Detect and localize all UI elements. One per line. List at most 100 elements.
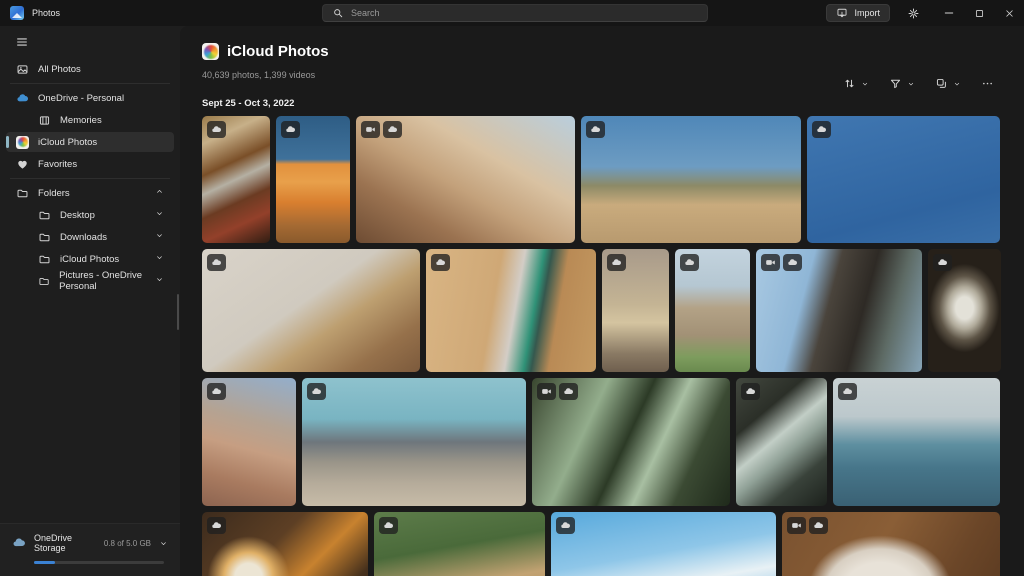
- chevron-down-icon: [155, 253, 164, 262]
- chevron-down-icon[interactable]: [155, 209, 164, 218]
- heart-icon: [16, 158, 29, 171]
- sidebar-item-downloads[interactable]: Downloads: [6, 227, 174, 247]
- sidebar-item-folders[interactable]: Folders: [6, 183, 174, 203]
- photo-thumbnail[interactable]: [551, 512, 776, 576]
- gear-icon: [907, 7, 920, 20]
- cloud-sync-badge: [809, 517, 828, 534]
- cloud-icon: [560, 520, 571, 531]
- photo-thumbnail[interactable]: [426, 249, 596, 372]
- photo-thumbnail[interactable]: [356, 116, 575, 243]
- photo-row: [202, 249, 1001, 372]
- photo-thumbnail[interactable]: [756, 249, 922, 372]
- sidebar-item-label: iCloud Photos: [38, 137, 97, 148]
- photo-badges: [537, 383, 578, 400]
- photo-badges: [207, 254, 226, 271]
- sort-button[interactable]: [839, 74, 873, 93]
- folder-icon: [16, 187, 29, 200]
- photo-thumbnail[interactable]: [202, 249, 420, 372]
- photo-thumbnail[interactable]: [675, 249, 750, 372]
- photo-thumbnail[interactable]: [202, 378, 296, 506]
- filter-button[interactable]: [885, 74, 919, 93]
- cloud-icon: [211, 124, 222, 135]
- cloud-icon: [787, 257, 798, 268]
- sidebar-item-memories[interactable]: Memories: [6, 110, 174, 130]
- onedrive-storage-card: OneDrive Storage 0.8 of 5.0 GB: [0, 523, 180, 576]
- search-input[interactable]: Search: [322, 4, 708, 22]
- photo-badges: [607, 254, 626, 271]
- folder-icon: [38, 275, 50, 288]
- storage-usage: 0.8 of 5.0 GB: [104, 539, 151, 548]
- storage-progress-bar: [34, 561, 164, 564]
- import-button[interactable]: Import: [826, 4, 890, 22]
- close-button[interactable]: [994, 0, 1024, 26]
- sidebar-divider: [10, 178, 170, 179]
- chevron-down-icon[interactable]: [155, 231, 164, 240]
- photo-thumbnail[interactable]: [276, 116, 350, 243]
- chevron-down-icon: [861, 80, 869, 88]
- video-badge: [761, 254, 780, 271]
- gallery-toolbar: [839, 74, 998, 93]
- cloud-icon: [563, 386, 574, 397]
- video-icon: [365, 124, 376, 135]
- selection-indicator: [6, 136, 9, 148]
- cloud-sync-badge: [812, 121, 831, 138]
- sidebar-item-desktop[interactable]: Desktop: [6, 205, 174, 225]
- cloud-sync-badge: [741, 383, 760, 400]
- more-options-button[interactable]: [977, 74, 998, 93]
- sidebar-item-icloud-photos[interactable]: iCloud Photos: [6, 249, 174, 269]
- video-badge: [537, 383, 556, 400]
- titlebar: Photos Search Import: [0, 0, 1024, 26]
- sidebar-item-pictures-onedrive-personal[interactable]: Pictures - OneDrive Personal: [6, 271, 174, 291]
- photo-thumbnail[interactable]: [782, 512, 1000, 576]
- sidebar-item-label: Favorites: [38, 159, 77, 170]
- photo-badges: [838, 383, 857, 400]
- photo-thumbnail[interactable]: [928, 249, 1001, 372]
- cloud-icon: [937, 257, 948, 268]
- all-photos-icon: [16, 63, 29, 76]
- cloud-sync-badge: [383, 121, 402, 138]
- photo-thumbnail[interactable]: [833, 378, 1000, 506]
- sidebar-scrollbar[interactable]: [177, 294, 179, 330]
- photo-thumbnail[interactable]: [302, 378, 526, 506]
- photo-thumbnail[interactable]: [202, 116, 270, 243]
- photo-thumbnail[interactable]: [807, 116, 1000, 243]
- icloud-photos-icon: [202, 43, 219, 60]
- photo-thumbnail[interactable]: [581, 116, 801, 243]
- date-group-header: Sept 25 - Oct 3, 2022: [202, 98, 294, 109]
- photo-thumbnail[interactable]: [602, 249, 669, 372]
- cloud-sync-badge: [207, 383, 226, 400]
- more-icon: [981, 77, 994, 90]
- cloud-icon: [211, 386, 222, 397]
- photo-thumbnail[interactable]: [736, 378, 827, 506]
- cloud-sync-badge: [838, 383, 857, 400]
- filter-icon: [889, 77, 902, 90]
- sidebar-item-label: Downloads: [60, 232, 107, 243]
- cloud-icon: [383, 520, 394, 531]
- maximize-button[interactable]: [964, 0, 994, 26]
- photo-thumbnail[interactable]: [374, 512, 545, 576]
- photo-grid: [202, 116, 1001, 576]
- cloud-sync-badge: [281, 121, 300, 138]
- photo-badges: [207, 121, 226, 138]
- navigation-menu-button[interactable]: [8, 30, 36, 54]
- cloud-sync-badge: [207, 121, 226, 138]
- cloud-sync-badge: [431, 254, 450, 271]
- storage-progress-fill: [34, 561, 55, 564]
- sidebar-item-label: All Photos: [38, 64, 81, 75]
- chevron-down-icon[interactable]: [159, 539, 168, 548]
- app-title: Photos: [32, 8, 60, 18]
- chevron-up-icon[interactable]: [155, 187, 164, 196]
- chevron-up-icon: [155, 187, 164, 196]
- sidebar-item-all-photos[interactable]: All Photos: [6, 59, 174, 79]
- sidebar-item-onedrive-personal[interactable]: OneDrive - Personal: [6, 88, 174, 108]
- chevron-down-icon[interactable]: [155, 275, 164, 284]
- sidebar-item-favorites[interactable]: Favorites: [6, 154, 174, 174]
- photo-thumbnail[interactable]: [532, 378, 730, 506]
- sidebar-item-icloud-photos[interactable]: iCloud Photos: [6, 132, 174, 152]
- cloud-sync-badge: [207, 517, 226, 534]
- chevron-down-icon[interactable]: [155, 253, 164, 262]
- minimize-button[interactable]: [934, 0, 964, 26]
- multi-select-button[interactable]: [931, 74, 965, 93]
- settings-button[interactable]: [902, 3, 924, 23]
- photo-thumbnail[interactable]: [202, 512, 368, 576]
